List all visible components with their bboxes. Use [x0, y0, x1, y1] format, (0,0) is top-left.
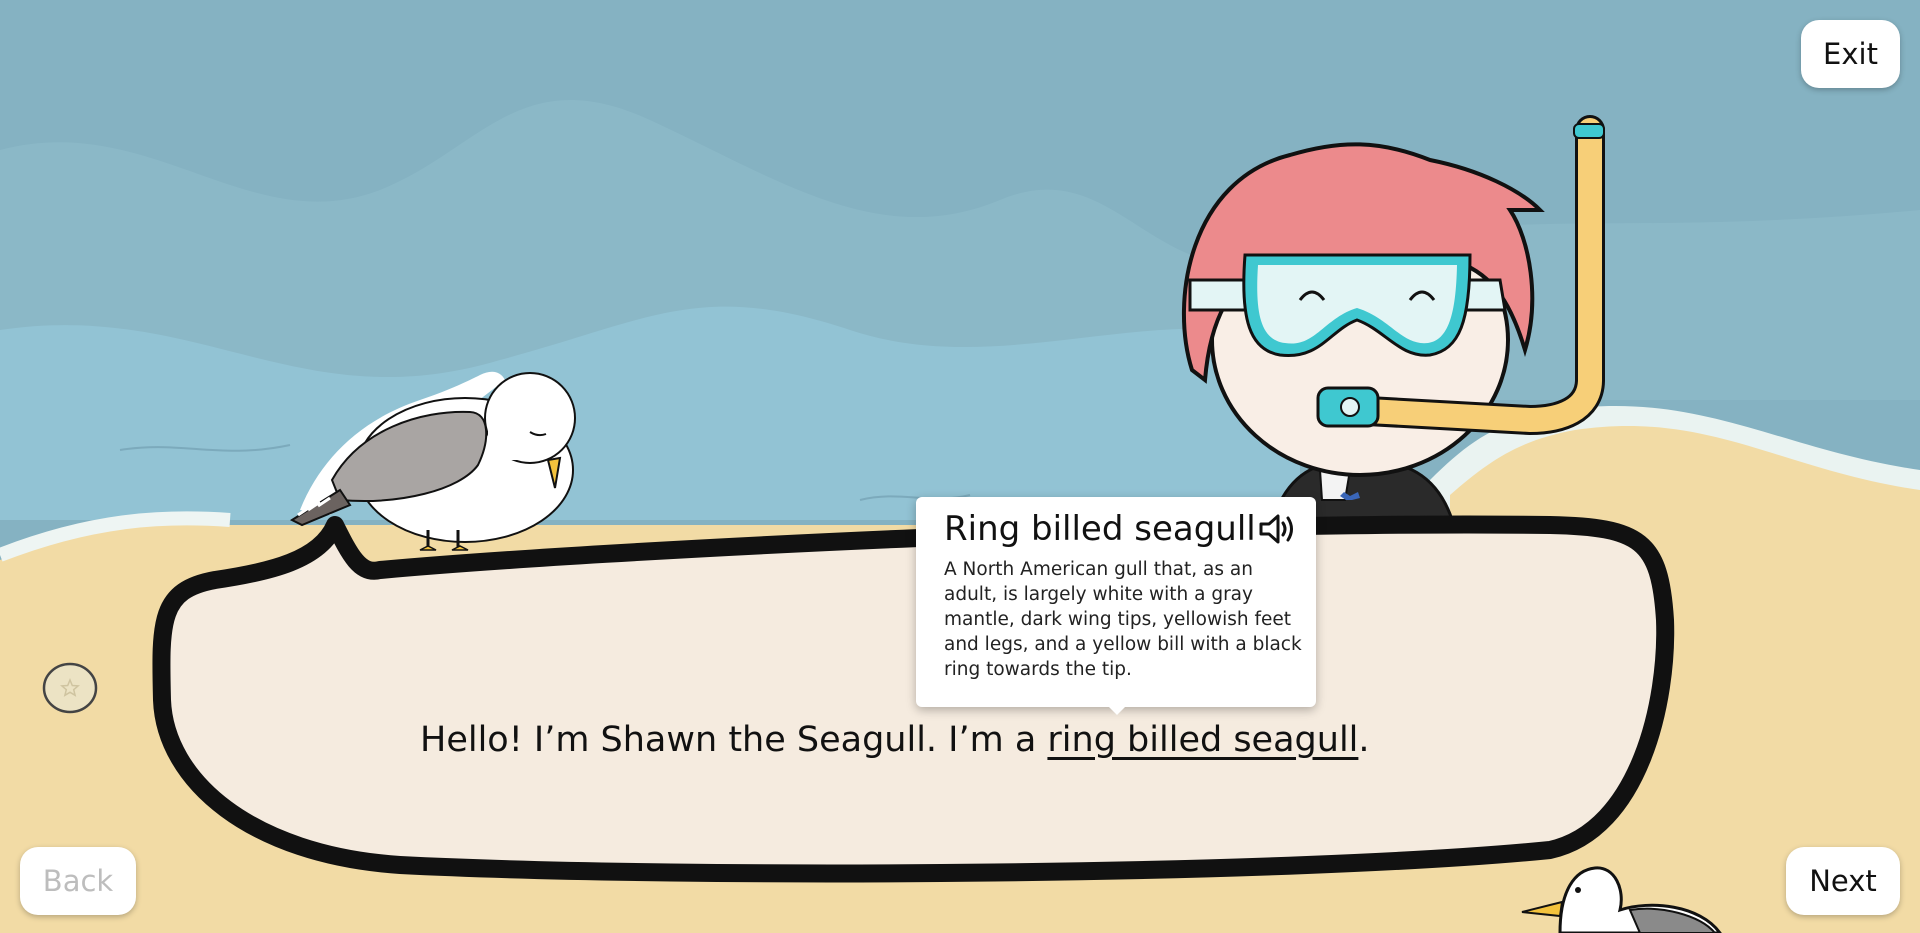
popup-title: Ring billed seagull: [944, 509, 1256, 549]
glossary-term-link[interactable]: ring billed seagull: [1047, 720, 1358, 760]
sand-dollar-icon[interactable]: [42, 661, 98, 715]
dialog-suffix: .: [1358, 720, 1370, 760]
speech-bubble: [152, 515, 1675, 883]
next-button[interactable]: Next: [1786, 847, 1900, 915]
speaker-icon[interactable]: [1258, 511, 1298, 547]
dialog-prefix: Hello! I’m Shawn the Seagull. I’m a: [420, 720, 1048, 760]
dialog-text: Hello! I’m Shawn the Seagull. I’m a ring…: [420, 720, 1370, 760]
exit-button[interactable]: Exit: [1801, 20, 1900, 88]
back-button[interactable]: Back: [20, 847, 136, 915]
definition-popup: Ring billed seagull A North American gul…: [916, 497, 1316, 715]
beach-scene: [0, 0, 1920, 933]
popup-definition: A North American gull that, as an adult,…: [944, 559, 1302, 680]
popup-header: Ring billed seagull: [944, 509, 1302, 549]
